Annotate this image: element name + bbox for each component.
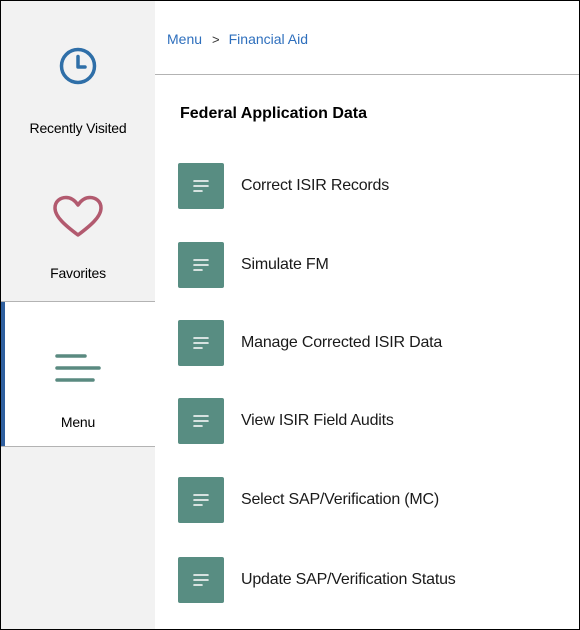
sidebar: Recently Visited Favorites Menu xyxy=(1,1,155,629)
link-view-isir-field-audits[interactable]: View ISIR Field Audits xyxy=(178,398,568,444)
link-label: Manage Corrected ISIR Data xyxy=(241,334,443,351)
document-lines-icon xyxy=(178,163,224,209)
sidebar-item-label: Favorites xyxy=(50,265,106,281)
link-update-sap-verification-status[interactable]: Update SAP/Verification Status xyxy=(178,557,568,603)
link-label: Simulate FM xyxy=(241,256,329,273)
link-label: Correct ISIR Records xyxy=(241,177,390,194)
sidebar-item-label: Menu xyxy=(60,414,96,430)
sidebar-item-menu[interactable]: Menu xyxy=(1,301,155,447)
link-label: View ISIR Field Audits xyxy=(241,412,394,429)
link-simulate-fm[interactable]: Simulate FM xyxy=(178,242,568,288)
sidebar-item-label: Recently Visited xyxy=(29,120,127,136)
heart-icon xyxy=(1,195,155,239)
document-lines-icon xyxy=(178,477,224,523)
link-select-sap-verification-mc[interactable]: Select SAP/Verification (MC) xyxy=(178,477,568,523)
menu-lines-icon xyxy=(1,350,155,386)
clock-icon xyxy=(1,46,155,86)
document-lines-icon xyxy=(178,557,224,603)
document-lines-icon xyxy=(178,320,224,366)
sidebar-item-recently-visited[interactable]: Recently Visited xyxy=(1,1,155,151)
link-manage-corrected-isir-data[interactable]: Manage Corrected ISIR Data xyxy=(178,320,568,366)
document-lines-icon xyxy=(178,398,224,444)
link-correct-isir-records[interactable]: Correct ISIR Records xyxy=(178,163,568,209)
link-list: Correct ISIR Records Simulate FM Manage … xyxy=(155,1,579,629)
app-frame: Recently Visited Favorites Menu Menu > F… xyxy=(0,0,580,630)
main-content: Menu > Financial Aid Federal Application… xyxy=(155,1,579,629)
sidebar-item-favorites[interactable]: Favorites xyxy=(1,151,155,301)
link-label: Select SAP/Verification (MC) xyxy=(241,491,440,508)
link-label: Update SAP/Verification Status xyxy=(241,571,456,588)
document-lines-icon xyxy=(178,242,224,288)
